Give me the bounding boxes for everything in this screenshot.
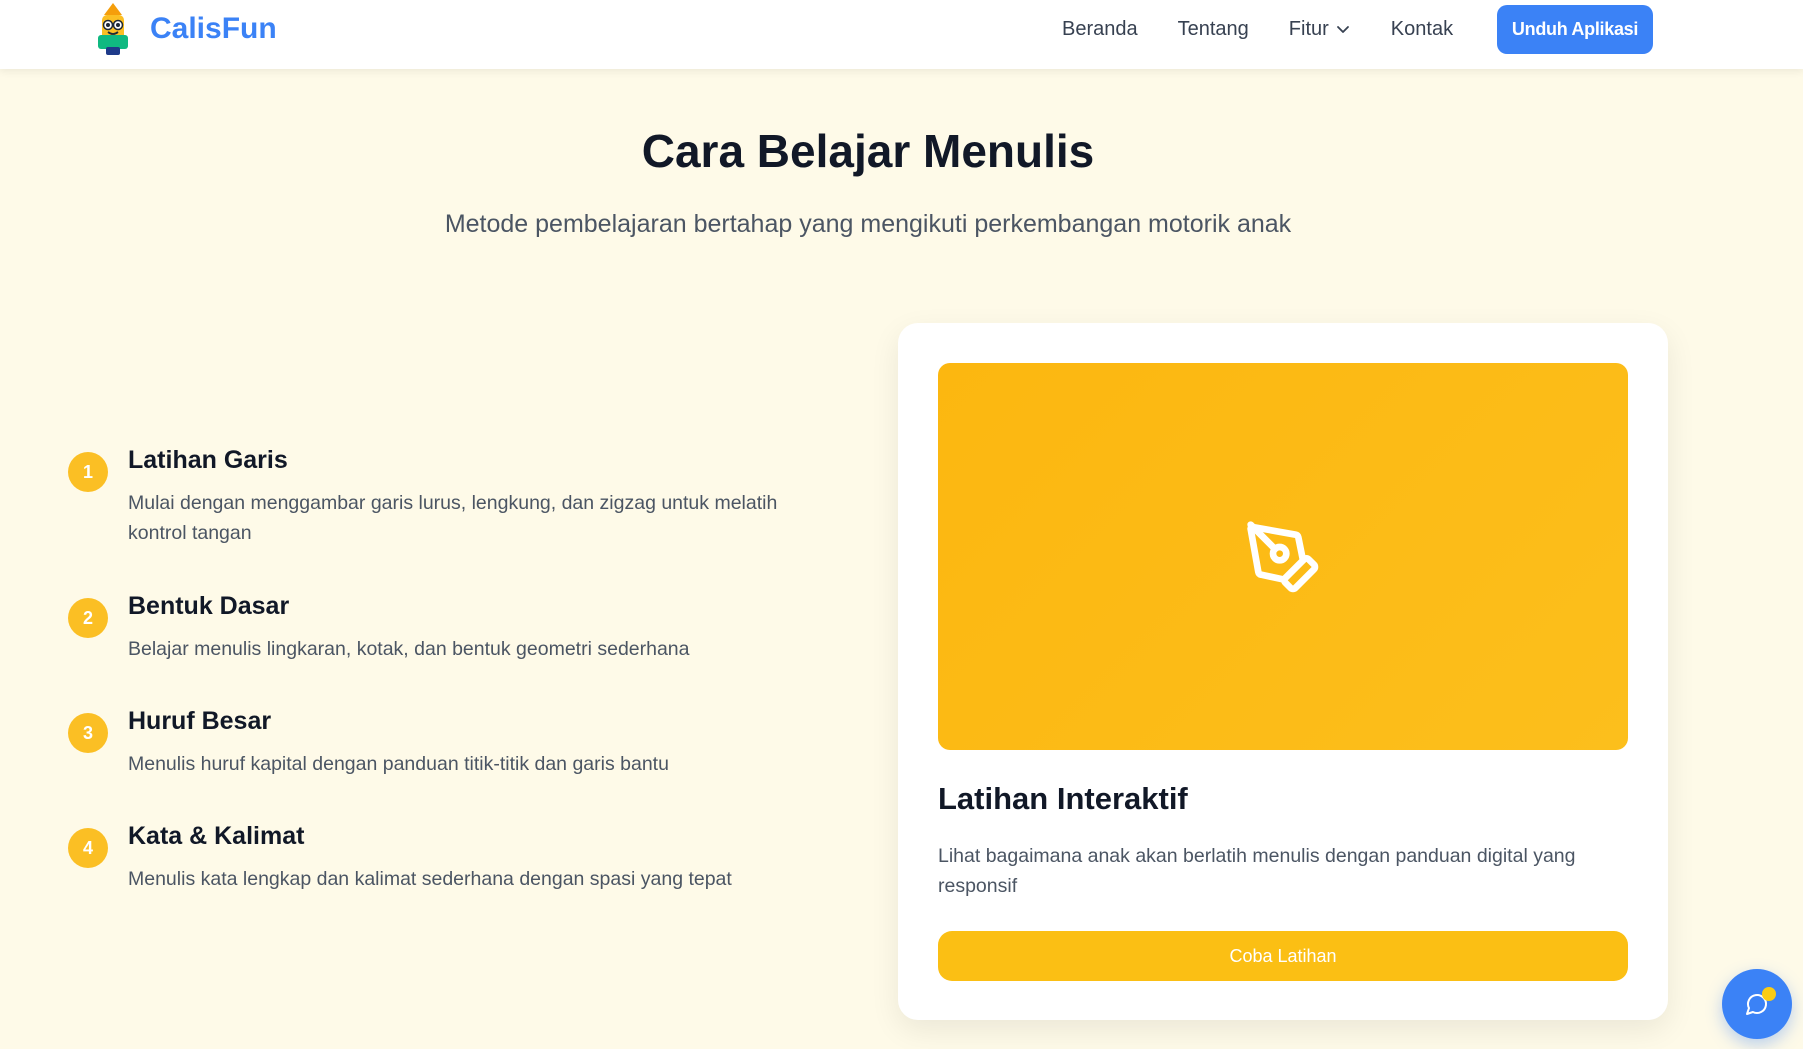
download-app-button[interactable]: Unduh Aplikasi bbox=[1497, 5, 1653, 54]
nav-link-fitur-label: Fitur bbox=[1288, 17, 1329, 40]
step-description: Menulis kata lengkap dan kalimat sederha… bbox=[128, 868, 732, 890]
brand-name: CalisFun bbox=[150, 12, 277, 45]
main-nav: Beranda Tentang Fitur Kontak bbox=[1062, 0, 1493, 58]
step-number-badge: 1 bbox=[68, 452, 108, 492]
step-title: Huruf Besar bbox=[128, 707, 272, 735]
step-title: Bentuk Dasar bbox=[128, 592, 290, 620]
chat-fab-button[interactable] bbox=[1722, 969, 1792, 1039]
try-practice-button[interactable]: Coba Latihan bbox=[938, 931, 1628, 981]
nav-link-kontak[interactable]: Kontak bbox=[1391, 18, 1453, 41]
notification-dot bbox=[1762, 987, 1776, 1001]
navbar: CalisFun Beranda Tentang Fitur Kontak Un… bbox=[0, 0, 1803, 69]
section-title: Cara Belajar Menulis bbox=[641, 125, 1095, 177]
step-description: Mulai dengan menggambar garis lurus, len… bbox=[128, 492, 778, 544]
brand[interactable]: CalisFun bbox=[92, 0, 277, 58]
step-number-badge: 4 bbox=[68, 828, 108, 868]
card-title: Latihan Interaktif bbox=[938, 781, 1188, 816]
nav-link-tentang[interactable]: Tentang bbox=[1178, 18, 1249, 41]
pencil-mascot-icon bbox=[98, 3, 128, 55]
step-description: Belajar menulis lingkaran, kotak, dan be… bbox=[128, 638, 690, 660]
step-title: Kata & Kalimat bbox=[128, 822, 305, 850]
section-subtitle: Metode pembelajaran bertahap yang mengik… bbox=[444, 210, 1292, 238]
interactive-practice-card: Latihan Interaktif Lihat bagaimana anak … bbox=[898, 323, 1668, 1020]
card-illustration bbox=[938, 363, 1628, 750]
step-number-badge: 3 bbox=[68, 713, 108, 753]
step-description: Menulis huruf kapital dengan panduan tit… bbox=[128, 753, 669, 775]
chevron-down-icon bbox=[1336, 26, 1349, 33]
step-number-badge: 2 bbox=[68, 598, 108, 638]
card-description: Lihat bagaimana anak akan berlatih menul… bbox=[938, 845, 1576, 897]
step-title: Latihan Garis bbox=[128, 446, 288, 474]
pen-tool-icon bbox=[1247, 520, 1319, 592]
nav-link-fitur[interactable]: Fitur bbox=[1289, 18, 1351, 41]
nav-link-beranda[interactable]: Beranda bbox=[1062, 18, 1138, 41]
